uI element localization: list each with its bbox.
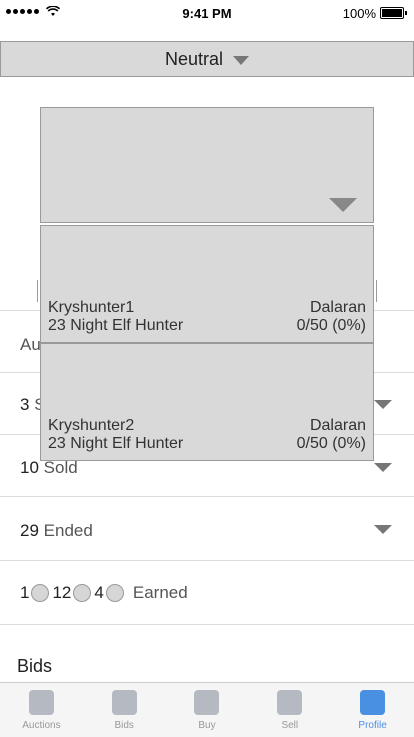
tab-bids[interactable]: Bids — [83, 683, 166, 737]
character-progress: 0/50 (0%) — [296, 435, 366, 452]
tab-auctions[interactable]: Auctions — [0, 683, 83, 737]
character-description: 23 Night Elf Hunter — [48, 317, 184, 334]
bids-section-title: Bids — [17, 656, 53, 676]
sell-icon — [277, 690, 303, 715]
bids-icon — [111, 690, 137, 715]
battery-percent: 100% — [342, 6, 376, 21]
character-realm: Dalaran — [309, 299, 366, 316]
profile-icon — [360, 690, 386, 715]
chevron-down-icon — [233, 55, 250, 65]
auctions-icon — [28, 690, 54, 715]
chevron-down-icon — [329, 198, 357, 212]
character-option[interactable]: Kryshunter1 23 Night Elf Hunter Dalaran … — [40, 225, 374, 343]
character-name: Kryshunter1 — [48, 299, 135, 316]
sold-count: 10 — [20, 458, 39, 477]
earned-label: Earned — [132, 583, 188, 602]
character-description: 23 Night Elf Hunter — [48, 435, 184, 452]
tab-label: Sell — [281, 720, 299, 731]
character-progress: 0/50 (0%) — [296, 317, 366, 334]
gold-amount: 1 — [20, 583, 30, 602]
selling-count: 3 — [20, 395, 30, 414]
silver-coin-icon — [73, 584, 92, 602]
chevron-down-icon[interactable] — [374, 525, 392, 534]
ended-label: Ended — [43, 521, 93, 540]
tab-label: Bids — [114, 720, 134, 731]
faction-select[interactable]: Neutral — [0, 41, 414, 77]
copper-coin-icon — [105, 584, 124, 602]
gold-coin-icon — [31, 584, 50, 602]
ended-row[interactable]: 29 Ended — [0, 496, 414, 561]
chevron-down-icon[interactable] — [374, 400, 392, 409]
ended-count: 29 — [20, 521, 39, 540]
earned-row: 1 12 4 Earned — [0, 560, 414, 625]
tab-label: Buy — [198, 720, 216, 731]
character-name: Kryshunter2 — [48, 417, 135, 434]
character-option[interactable]: Kryshunter2 23 Night Elf Hunter Dalaran … — [40, 343, 374, 461]
buy-icon — [194, 690, 220, 715]
faction-select-label: Neutral — [164, 48, 224, 69]
tab-label: Profile — [358, 720, 387, 731]
chevron-down-icon[interactable] — [374, 463, 392, 472]
tab-bar: Auctions Bids Buy Sell Profile — [0, 682, 414, 737]
silver-amount: 12 — [52, 583, 72, 602]
tab-sell[interactable]: Sell — [248, 683, 331, 737]
battery-icon — [380, 7, 407, 19]
divider — [0, 624, 414, 625]
auctions-row-label: Au — [20, 335, 41, 354]
tab-buy[interactable]: Buy — [166, 683, 249, 737]
tab-profile[interactable]: Profile — [331, 683, 414, 737]
copper-amount: 4 — [94, 583, 104, 602]
character-select[interactable] — [40, 107, 374, 223]
tab-label: Auctions — [22, 720, 61, 731]
earned-amount: 1 12 4 Earned — [20, 583, 188, 603]
status-bar: 9:41 PM 100% — [0, 0, 414, 26]
character-realm: Dalaran — [309, 417, 366, 434]
